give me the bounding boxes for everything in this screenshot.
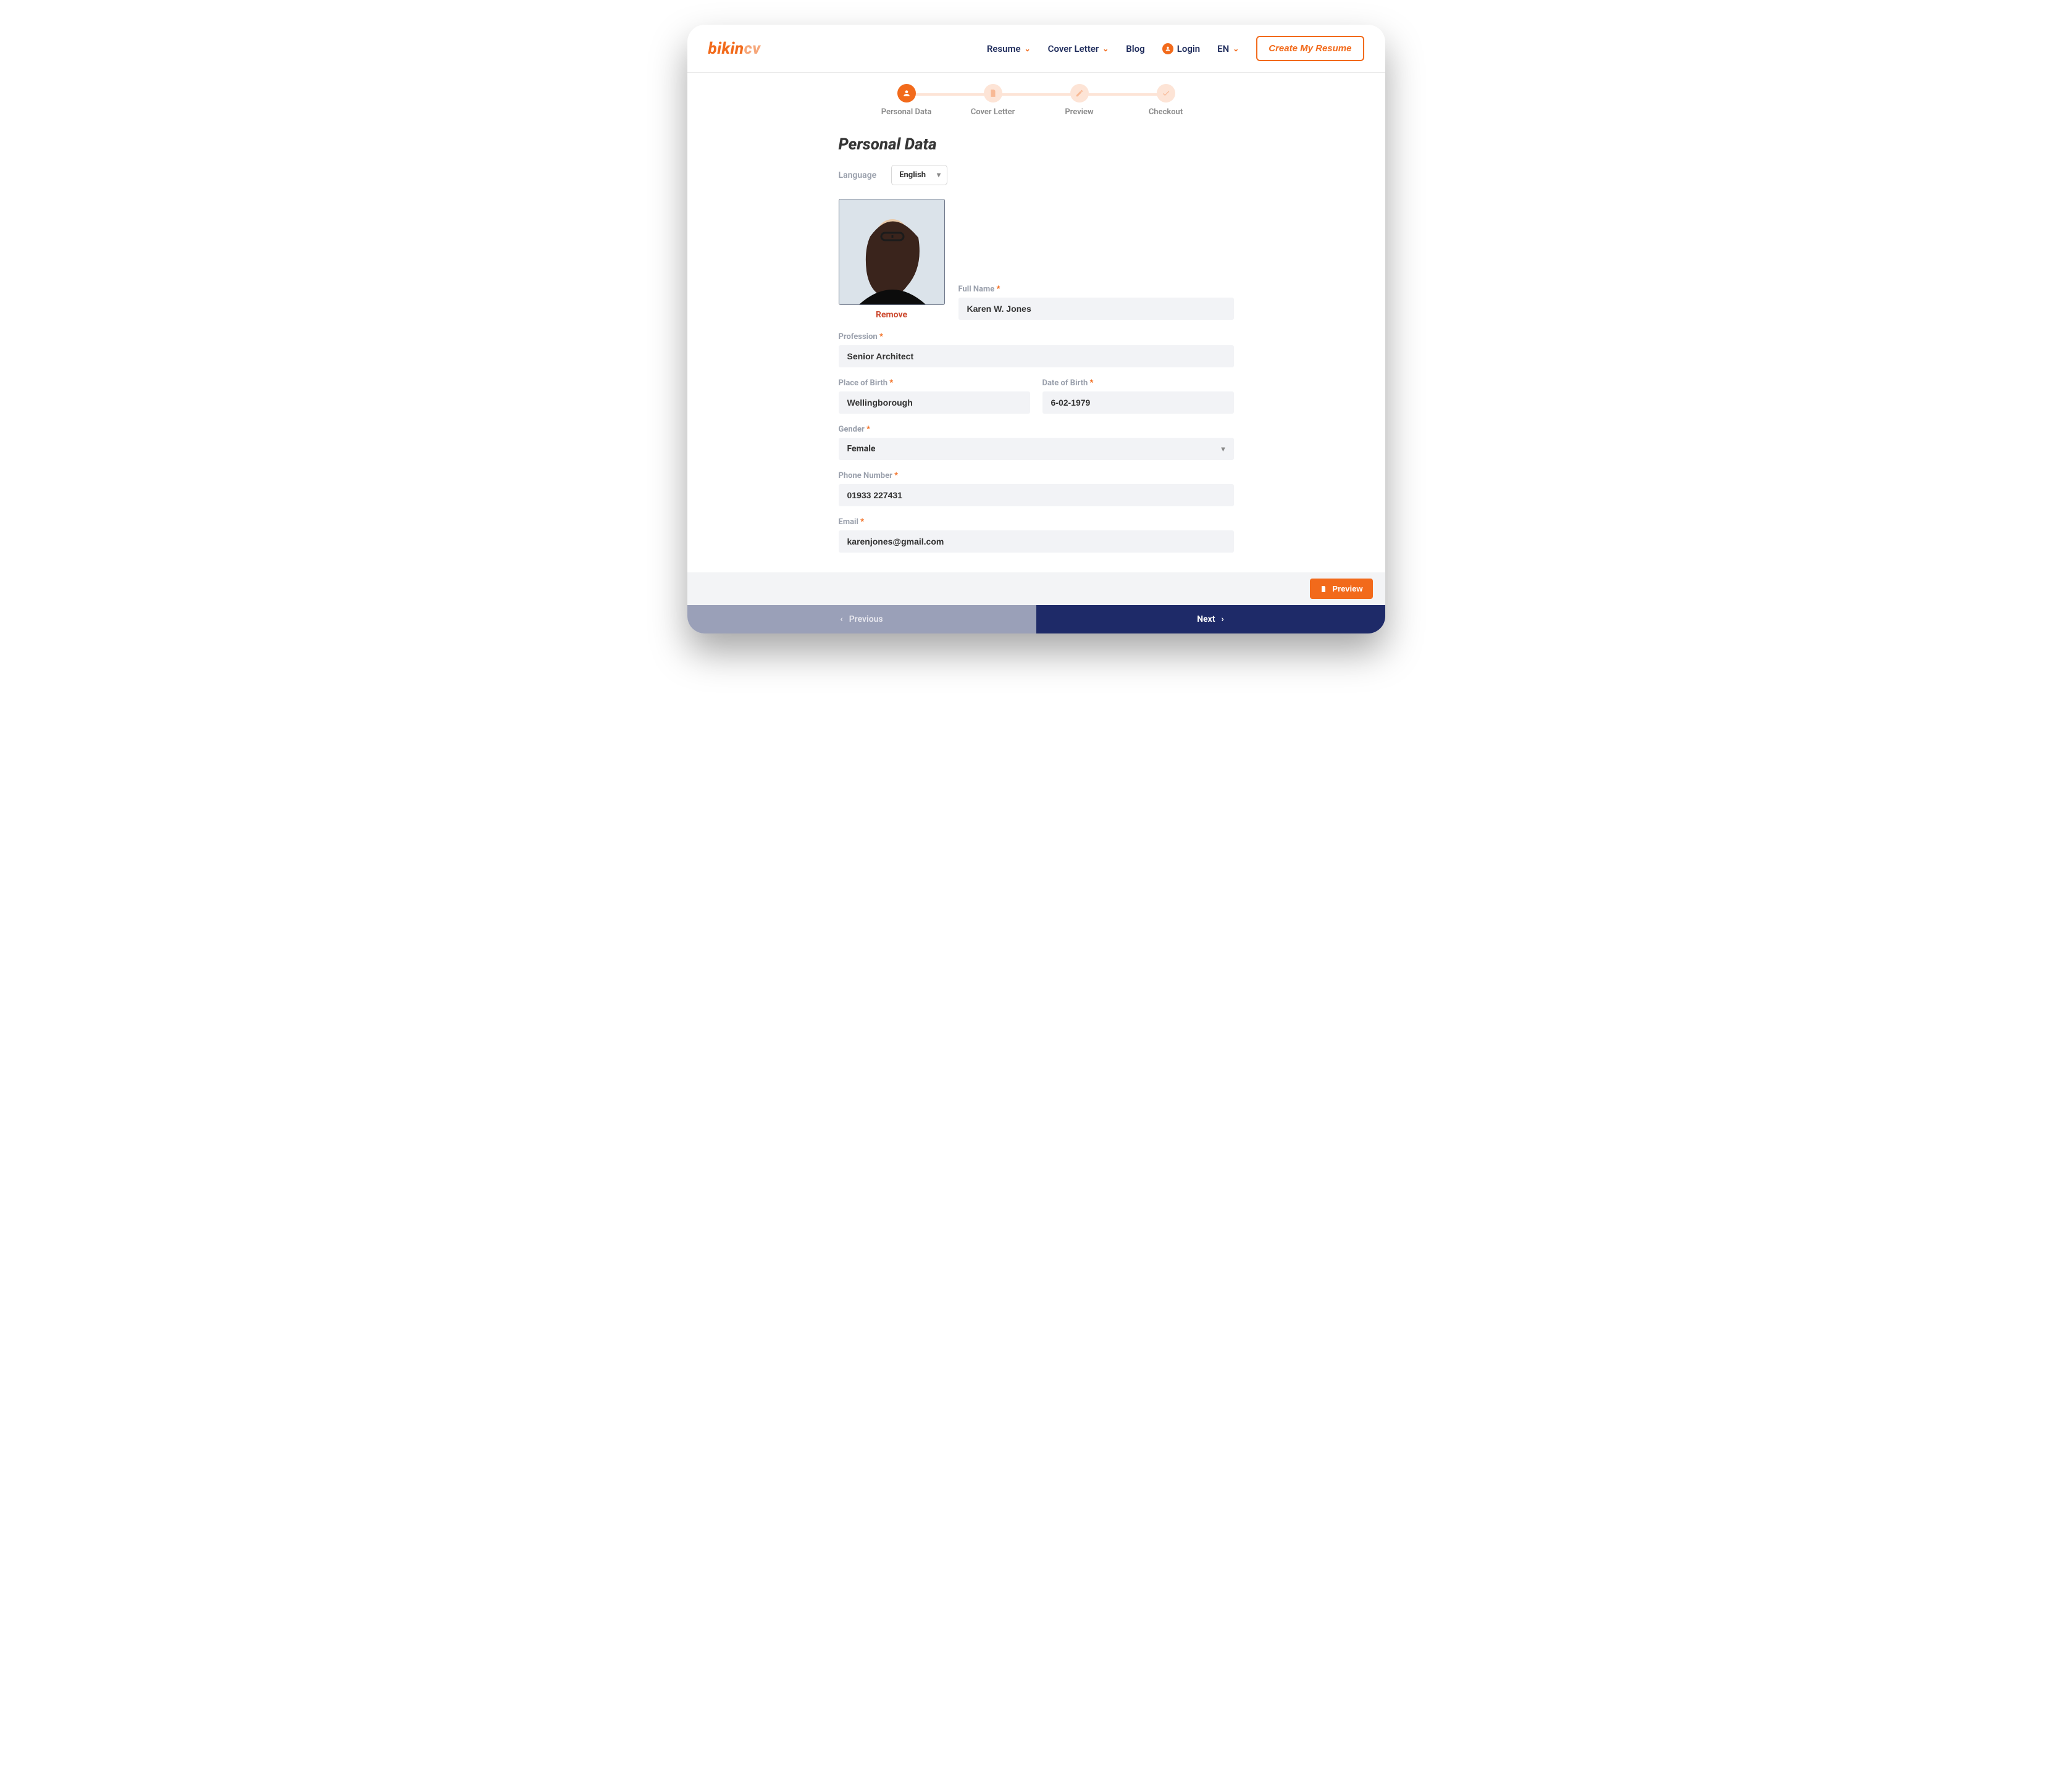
logo[interactable]: bikincv xyxy=(708,40,761,58)
user-icon xyxy=(897,84,916,102)
chevron-right-icon: › xyxy=(1222,614,1224,624)
profession-field: Profession * xyxy=(839,332,1234,367)
phone-field: Phone Number * xyxy=(839,471,1234,506)
language-select[interactable]: English xyxy=(891,165,947,185)
date-of-birth-field: Date of Birth * xyxy=(1042,378,1234,414)
chevron-down-icon: ▾ xyxy=(1221,445,1225,453)
top-bar: bikincv Resume ⌄ Cover Letter ⌄ Blog Log… xyxy=(687,25,1385,73)
step-preview[interactable]: Preview xyxy=(1036,84,1123,117)
action-bar: Preview xyxy=(687,572,1385,605)
nav-blog[interactable]: Blog xyxy=(1126,43,1144,54)
place-of-birth-input[interactable] xyxy=(839,391,1030,414)
previous-button[interactable]: ‹ Previous xyxy=(687,605,1036,633)
logo-part2: cv xyxy=(744,40,761,58)
required-asterisk: * xyxy=(1090,378,1094,388)
gender-select[interactable]: Female ▾ xyxy=(839,438,1234,460)
nav-lang[interactable]: EN ⌄ xyxy=(1217,43,1239,54)
check-icon xyxy=(1157,84,1175,102)
next-label: Next xyxy=(1197,614,1215,624)
phone-label: Phone Number * xyxy=(839,471,1234,480)
gender-field: Gender * Female ▾ xyxy=(839,425,1234,460)
date-of-birth-label: Date of Birth * xyxy=(1042,378,1234,388)
document-icon xyxy=(984,84,1002,102)
chevron-down-icon: ⌄ xyxy=(1025,44,1031,53)
language-row: Language English xyxy=(839,165,1234,185)
nav-resume-label: Resume xyxy=(987,43,1021,54)
email-label: Email * xyxy=(839,517,1234,527)
nav-cover-letter-label: Cover Letter xyxy=(1048,43,1099,54)
page-title: Personal Data xyxy=(839,135,1234,154)
gender-label: Gender * xyxy=(839,425,1234,434)
required-asterisk: * xyxy=(860,517,864,527)
remove-photo-link[interactable]: Remove xyxy=(839,310,945,320)
nav-resume[interactable]: Resume ⌄ xyxy=(987,43,1031,54)
required-asterisk: * xyxy=(894,471,898,480)
progress-steps: Personal Data Cover Letter Preview Check… xyxy=(687,73,1385,119)
chevron-down-icon: ⌄ xyxy=(1102,44,1109,53)
next-button[interactable]: Next › xyxy=(1036,605,1385,633)
full-name-label: Full Name * xyxy=(958,285,1234,294)
step-label: Checkout xyxy=(1123,107,1209,117)
date-of-birth-input[interactable] xyxy=(1042,391,1234,414)
place-of-birth-label: Place of Birth * xyxy=(839,378,1030,388)
full-name-field: Full Name * xyxy=(958,285,1234,320)
profession-label: Profession * xyxy=(839,332,1234,341)
wizard-nav: ‹ Previous Next › xyxy=(687,605,1385,633)
profile-photo[interactable] xyxy=(839,199,945,305)
language-value: English xyxy=(899,170,926,180)
label-text: Phone Number xyxy=(839,471,892,480)
app-window: bikincv Resume ⌄ Cover Letter ⌄ Blog Log… xyxy=(687,25,1385,633)
phone-input[interactable] xyxy=(839,484,1234,506)
email-field: Email * xyxy=(839,517,1234,553)
preview-button[interactable]: Preview xyxy=(1310,579,1372,599)
nav-blog-label: Blog xyxy=(1126,43,1144,54)
email-input[interactable] xyxy=(839,530,1234,553)
full-name-input[interactable] xyxy=(958,298,1234,320)
step-personal-data[interactable]: Personal Data xyxy=(863,84,950,117)
required-asterisk: * xyxy=(866,425,870,434)
photo-box: Remove xyxy=(839,199,945,320)
logo-part1: bikin xyxy=(708,40,744,58)
required-asterisk: * xyxy=(889,378,893,388)
pencil-icon xyxy=(1070,84,1089,102)
birth-row: Place of Birth * Date of Birth * xyxy=(839,378,1234,414)
nav-login[interactable]: Login xyxy=(1162,43,1200,54)
user-icon xyxy=(1162,43,1173,54)
step-label: Cover Letter xyxy=(950,107,1036,117)
required-asterisk: * xyxy=(997,285,1000,294)
place-of-birth-field: Place of Birth * xyxy=(839,378,1030,414)
step-label: Preview xyxy=(1036,107,1123,117)
chevron-down-icon: ⌄ xyxy=(1233,44,1239,53)
language-label: Language xyxy=(839,170,877,180)
step-cover-letter[interactable]: Cover Letter xyxy=(950,84,1036,117)
photo-and-name-row: Remove Full Name * xyxy=(839,199,1234,320)
step-label: Personal Data xyxy=(863,107,950,117)
step-checkout[interactable]: Checkout xyxy=(1123,84,1209,117)
label-text: Place of Birth xyxy=(839,378,888,388)
form-container: Personal Data Language English xyxy=(839,124,1234,572)
label-text: Date of Birth xyxy=(1042,378,1088,388)
label-text: Email xyxy=(839,517,858,527)
label-text: Gender xyxy=(839,425,865,434)
nav-cover-letter[interactable]: Cover Letter ⌄ xyxy=(1048,43,1109,54)
previous-label: Previous xyxy=(849,614,883,624)
gender-value: Female xyxy=(847,444,876,454)
required-asterisk: * xyxy=(879,332,883,341)
profession-input[interactable] xyxy=(839,345,1234,367)
nav-lang-label: EN xyxy=(1217,43,1229,54)
top-nav: Resume ⌄ Cover Letter ⌄ Blog Login EN ⌄ … xyxy=(987,36,1364,61)
create-resume-button[interactable]: Create My Resume xyxy=(1256,36,1364,61)
chevron-left-icon: ‹ xyxy=(840,614,842,624)
label-text: Profession xyxy=(839,332,878,341)
document-icon xyxy=(1320,585,1327,593)
nav-login-label: Login xyxy=(1177,43,1200,54)
label-text: Full Name xyxy=(958,285,995,294)
preview-button-label: Preview xyxy=(1332,584,1362,593)
